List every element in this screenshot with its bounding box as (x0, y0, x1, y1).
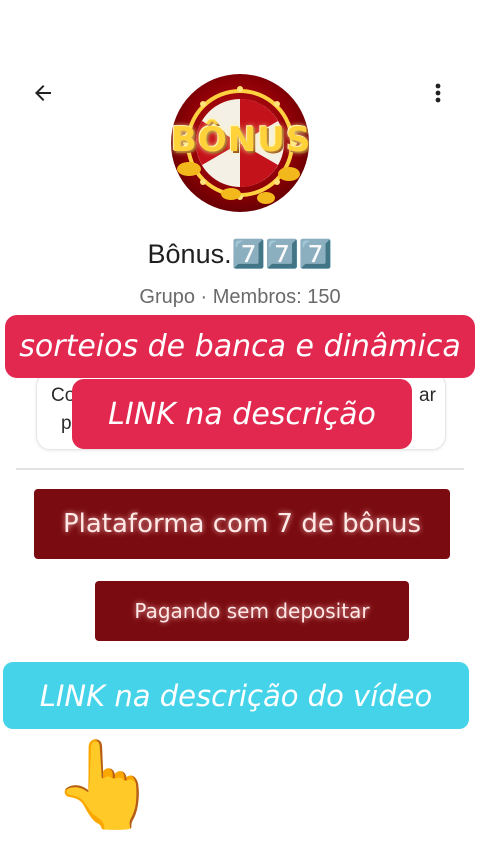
more-options-button[interactable] (420, 72, 456, 114)
back-button[interactable] (22, 72, 64, 114)
group-name: Bônus.7️⃣7️⃣7️⃣ (147, 239, 333, 269)
description-fragment: p (61, 413, 72, 434)
pointing-up-hand-icon: 👆 (51, 737, 159, 833)
group-avatar[interactable]: BÔNUS (171, 74, 309, 212)
description-fragment: ar (419, 385, 436, 406)
divider (16, 468, 464, 470)
overlay-banner-link: LINK na descrição (72, 379, 412, 449)
overlay-banner-paying: Pagando sem depositar (95, 581, 409, 641)
group-subtitle[interactable]: Grupo · Membros: 150 (0, 286, 480, 309)
arrow-left-icon (35, 85, 51, 101)
overlay-banner-platform: Plataforma com 7 de bônus (34, 489, 450, 559)
overlay-banner-video-link: LINK na descrição do vídeo (3, 662, 469, 729)
more-vertical-icon (435, 83, 441, 103)
overlay-banner-raffles: sorteios de banca e dinâmica (5, 315, 475, 378)
avatar-logo-text: BÔNUS (171, 120, 309, 160)
